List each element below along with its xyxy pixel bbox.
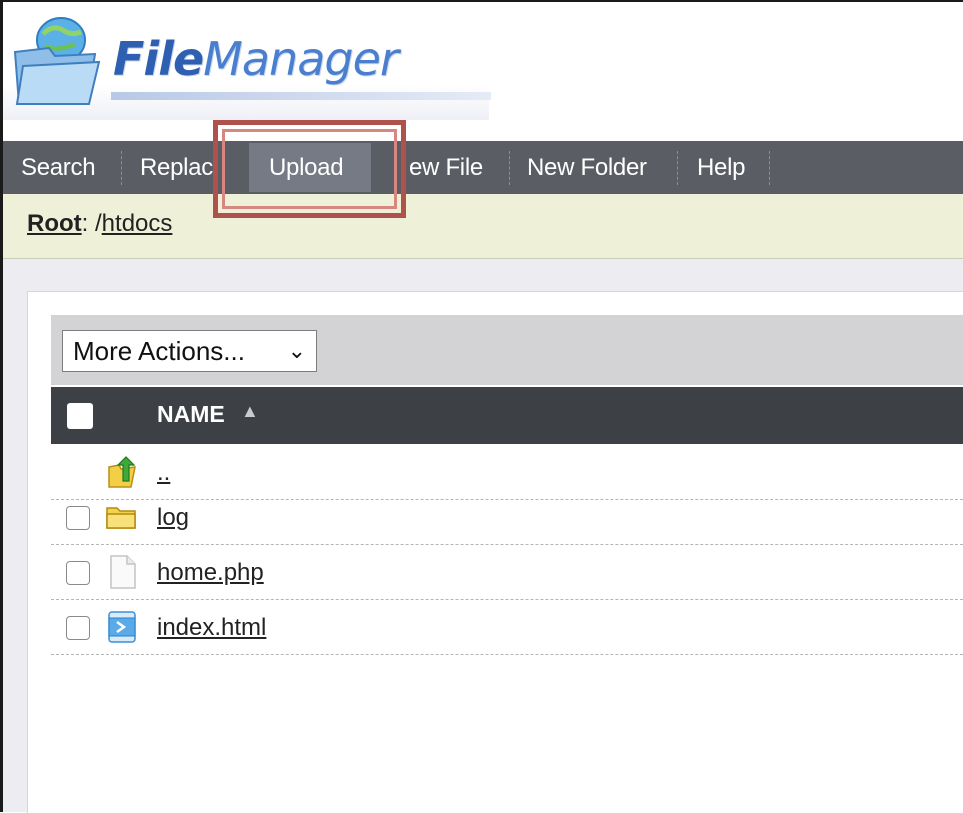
table-row-index-html[interactable]: index.html <box>51 600 963 655</box>
table-row-log[interactable]: log <box>51 490 963 545</box>
upload-highlight-inner <box>222 129 397 209</box>
main-navbar: Search Replac Upload ew File New Folder … <box>3 141 963 194</box>
breadcrumb-bar: Root: /htdocs <box>3 194 963 259</box>
row-checkbox-home-php[interactable] <box>66 561 90 585</box>
breadcrumb: Root: /htdocs <box>27 210 172 238</box>
nav-separator <box>769 151 770 185</box>
breadcrumb-root-link[interactable]: Root <box>27 210 82 237</box>
nav-search[interactable]: Search <box>21 141 96 194</box>
folder-up-icon <box>108 456 136 488</box>
breadcrumb-htdocs-link[interactable]: htdocs <box>102 210 173 237</box>
select-all-checkbox[interactable] <box>67 403 93 429</box>
more-actions-select[interactable]: More Actions... ⌄ <box>62 330 317 372</box>
nav-new-folder[interactable]: New Folder <box>527 141 647 194</box>
nav-separator <box>677 151 678 185</box>
row-label-index-html[interactable]: index.html <box>157 614 266 642</box>
file-icon <box>110 555 136 589</box>
nav-separator <box>121 151 122 185</box>
breadcrumb-separator: : / <box>81 210 102 237</box>
row-label-home-php[interactable]: home.php <box>157 559 264 587</box>
nav-new-file[interactable]: ew File <box>409 141 483 194</box>
filemanager-logo-icon <box>13 17 101 105</box>
logo-header: FileManager <box>3 2 491 120</box>
chevron-down-icon: ⌄ <box>287 338 306 363</box>
row-label-log[interactable]: log <box>157 504 189 532</box>
row-label-parent[interactable]: .. <box>157 459 170 487</box>
table-row-home-php[interactable]: home.php <box>51 545 963 600</box>
row-checkbox-log[interactable] <box>66 506 90 530</box>
file-table-header: NAME ▲ <box>51 387 963 444</box>
app-logo-text: FileManager <box>113 32 399 86</box>
column-header-name[interactable]: NAME <box>157 401 225 428</box>
logo-underline <box>111 92 491 100</box>
nav-separator <box>509 151 510 185</box>
row-checkbox-index-html[interactable] <box>66 616 90 640</box>
html-file-icon <box>108 611 136 643</box>
more-actions-label: More Actions... <box>73 336 245 366</box>
nav-help[interactable]: Help <box>697 141 745 194</box>
sort-ascending-icon[interactable]: ▲ <box>241 401 259 422</box>
folder-icon <box>106 507 136 529</box>
